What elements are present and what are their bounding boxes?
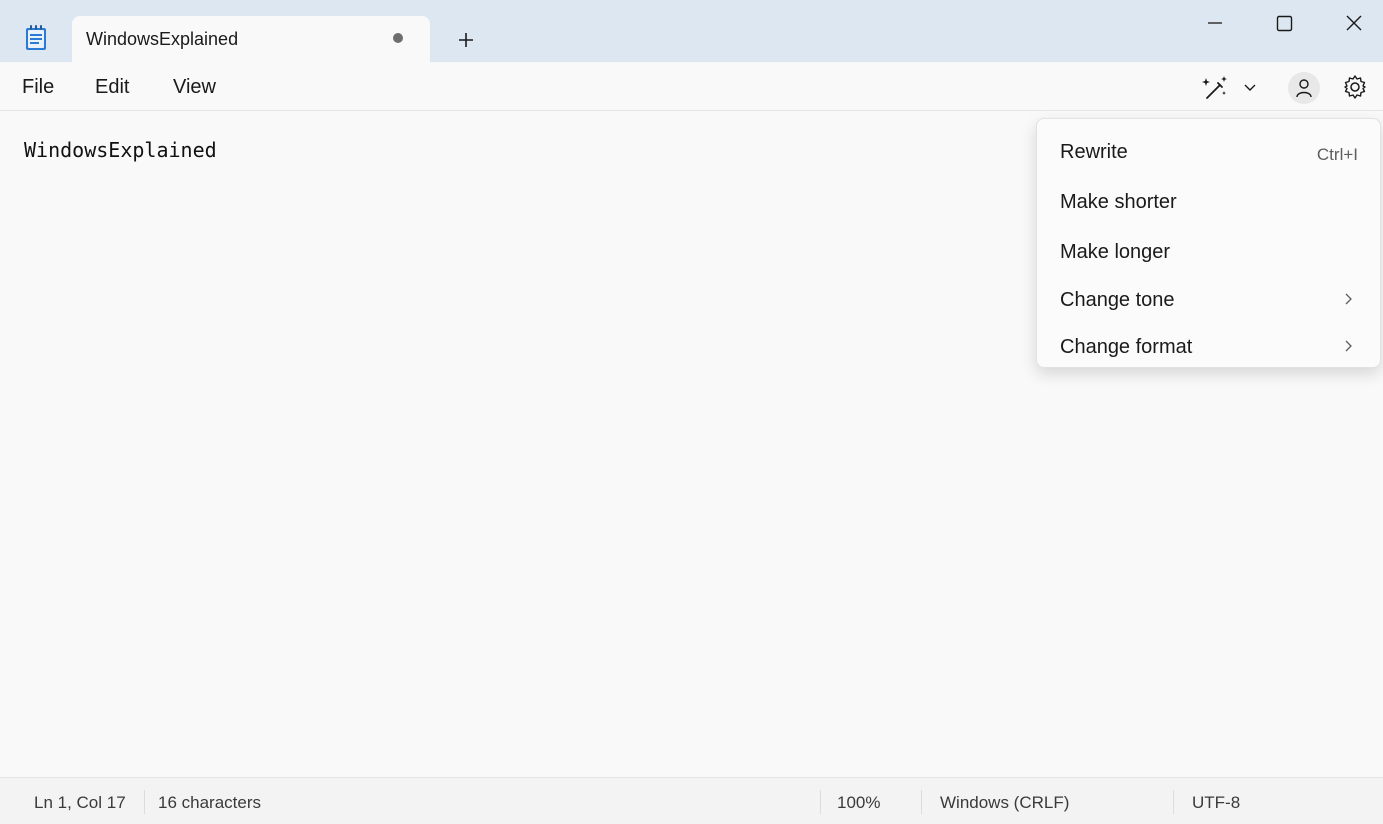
status-bar: Ln 1, Col 17 16 characters 100% Windows … <box>0 777 1383 824</box>
person-icon <box>1296 79 1312 98</box>
chevron-right-icon <box>1345 293 1352 305</box>
close-icon[interactable] <box>1338 10 1370 38</box>
copilot-rewrite-icon[interactable] <box>1200 74 1230 104</box>
menu-item-change-tone[interactable]: Change tone <box>1037 273 1380 321</box>
chevron-right-icon <box>1345 340 1352 352</box>
encoding[interactable]: UTF-8 <box>1192 793 1240 813</box>
menu-item-label: Make longer <box>1060 241 1171 263</box>
status-divider <box>144 790 145 814</box>
menu-item-label: Make shorter <box>1060 191 1177 213</box>
status-divider <box>820 790 821 814</box>
menu-item-label: Change format <box>1060 336 1193 358</box>
notepad-window: WindowsExplained File Edit View WindowsE… <box>0 0 1383 824</box>
rewrite-context-menu: Rewrite Ctrl+I Make shorter Make longer … <box>1036 118 1381 368</box>
menu-item-make-shorter[interactable]: Make shorter <box>1037 175 1380 223</box>
tab-windowsexplained[interactable]: WindowsExplained <box>72 16 430 62</box>
menu-item-change-format[interactable]: Change format <box>1037 320 1380 368</box>
menu-item-rewrite[interactable]: Rewrite Ctrl+I <box>1037 125 1380 173</box>
gear-icon[interactable] <box>1341 73 1369 101</box>
line-ending[interactable]: Windows (CRLF) <box>940 793 1069 813</box>
tab-title: WindowsExplained <box>86 29 239 49</box>
cursor-position: Ln 1, Col 17 <box>34 793 126 812</box>
maximize-icon[interactable] <box>1268 10 1300 38</box>
menu-item-label: Change tone <box>1060 289 1175 311</box>
status-divider <box>921 790 922 814</box>
account-avatar[interactable] <box>1288 72 1320 104</box>
status-divider <box>1173 790 1174 814</box>
menu-bar: File Edit View <box>0 62 1383 111</box>
chevron-down-icon[interactable] <box>1242 80 1258 94</box>
menu-view[interactable]: View <box>173 76 216 99</box>
new-tab-plus-icon[interactable] <box>452 26 480 54</box>
notepad-icon <box>26 25 46 50</box>
menu-file[interactable]: File <box>22 76 54 99</box>
title-bar: WindowsExplained <box>0 0 1383 62</box>
menu-edit[interactable]: Edit <box>95 76 129 99</box>
menu-item-label: Rewrite <box>1060 141 1128 163</box>
character-count: 16 characters <box>158 793 261 812</box>
unsaved-dot-icon[interactable] <box>393 33 403 43</box>
menu-item-shortcut: Ctrl+I <box>1316 145 1358 164</box>
minimize-icon[interactable] <box>1199 10 1231 38</box>
editor-content[interactable]: WindowsExplained <box>24 138 217 162</box>
zoom-level[interactable]: 100% <box>837 793 880 813</box>
menu-item-make-longer[interactable]: Make longer <box>1037 225 1380 273</box>
